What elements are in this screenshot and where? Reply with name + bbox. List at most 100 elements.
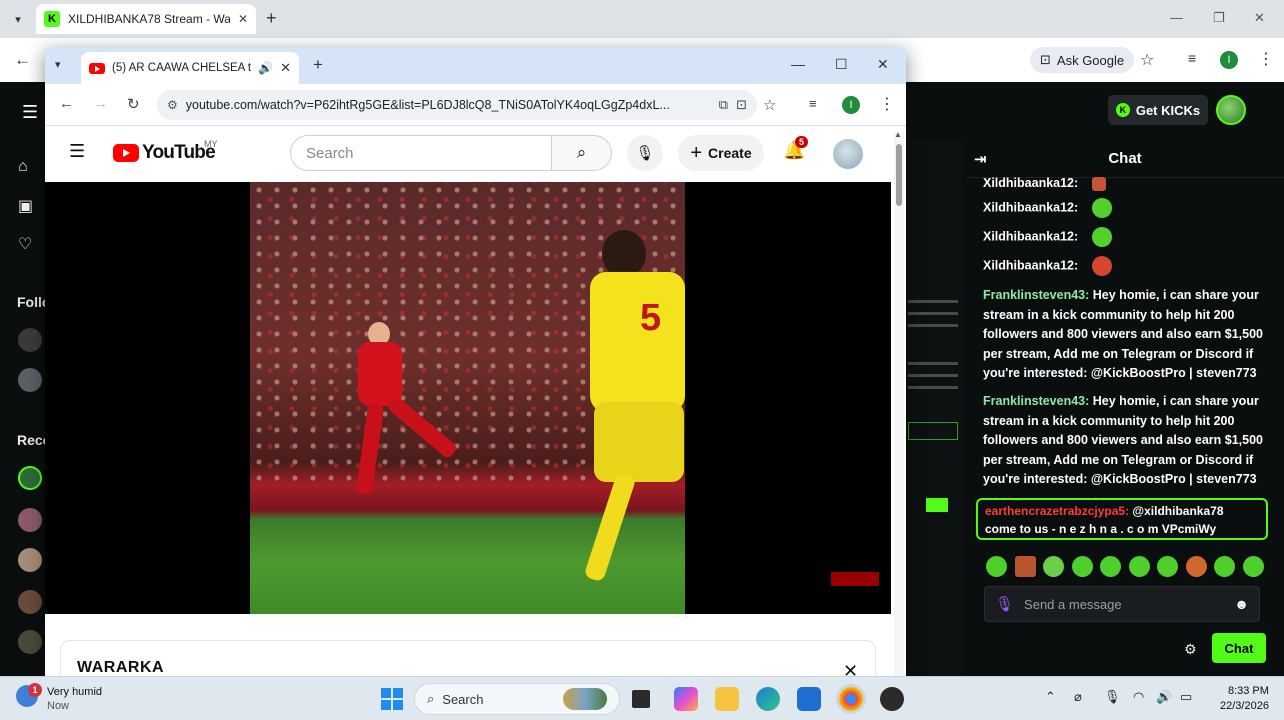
voice-search-button[interactable]: 🎙 xyxy=(627,135,663,171)
microphone-icon[interactable]: 🎙 xyxy=(995,595,1014,613)
channel-avatar[interactable] xyxy=(18,630,42,654)
emote-icon[interactable] xyxy=(1157,556,1178,577)
emote-icon[interactable] xyxy=(1100,556,1121,577)
profile-avatar[interactable]: I xyxy=(1220,51,1238,69)
more-menu-icon[interactable]: ⋮ xyxy=(879,94,895,114)
search-button[interactable]: ⌕ xyxy=(552,135,612,171)
channel-avatar[interactable] xyxy=(18,466,42,490)
media-control-icon[interactable]: ≡ xyxy=(809,96,817,111)
store-icon[interactable] xyxy=(797,687,821,711)
scroll-up-icon[interactable]: ▲ xyxy=(894,130,902,139)
chat-username[interactable]: Xildhibaanka12: xyxy=(983,229,1078,243)
start-button[interactable] xyxy=(381,688,403,710)
channel-avatar[interactable] xyxy=(18,548,42,572)
site-info-icon[interactable]: ⚙ xyxy=(167,98,178,112)
microphone-icon[interactable]: 🎙 xyxy=(1104,689,1121,705)
reload-icon[interactable]: ↻ xyxy=(127,95,140,113)
restore-icon[interactable]: ❐ xyxy=(1213,10,1225,26)
channel-watermark[interactable] xyxy=(831,572,879,586)
home-icon[interactable]: ⌂ xyxy=(18,158,28,176)
edge-icon[interactable] xyxy=(756,687,780,711)
channel-avatar[interactable] xyxy=(18,508,42,532)
url-text[interactable]: youtube.com/watch?v=P62ihtRg5GE&list=PL6… xyxy=(186,98,711,112)
outer-tab-kick[interactable]: K XILDHIBANKA78 Stream - Watch ✕ xyxy=(36,4,256,34)
close-icon[interactable]: ✕ xyxy=(280,60,291,76)
chrome-icon[interactable] xyxy=(839,687,863,711)
chat-username[interactable]: Xildhibaanka12: xyxy=(983,176,1078,190)
heart-icon[interactable]: ♡ xyxy=(18,234,32,254)
more-menu-icon[interactable]: ⋮ xyxy=(1258,49,1274,69)
close-window-icon[interactable]: ✕ xyxy=(877,56,889,73)
user-avatar[interactable] xyxy=(1216,95,1246,125)
chat-username[interactable]: Xildhibaanka12: xyxy=(983,200,1078,214)
chat-settings-gear-icon[interactable]: ⚙ xyxy=(1184,641,1197,658)
weather-widget[interactable]: Very humid Now xyxy=(47,685,102,713)
minimize-icon[interactable]: — xyxy=(1170,10,1183,25)
tab-search-icon[interactable]: ▾ xyxy=(8,9,28,29)
media-control-icon[interactable]: ≡ xyxy=(1188,50,1196,66)
emote-icon[interactable] xyxy=(1043,556,1064,577)
emote-icon[interactable] xyxy=(1014,556,1036,577)
taskbar-search[interactable]: ⌕ Search xyxy=(414,683,620,715)
youtube-logo[interactable]: YouTube xyxy=(113,142,216,164)
address-bar[interactable]: ⚙ youtube.com/watch?v=P62ihtRg5GE&list=P… xyxy=(157,90,757,120)
channel-avatar[interactable] xyxy=(18,328,42,352)
chat-username[interactable]: Xildhibaanka12: xyxy=(983,258,1078,272)
page-scrollbar[interactable] xyxy=(894,132,904,676)
get-kicks-button[interactable]: K Get KICKs xyxy=(1108,95,1208,125)
install-app-icon[interactable]: ⧉ xyxy=(719,97,728,113)
bookmark-star-icon[interactable]: ☆ xyxy=(763,96,776,114)
emote-icon[interactable] xyxy=(986,556,1007,577)
audio-playing-icon[interactable]: 🔊 xyxy=(258,61,273,75)
video-player[interactable]: 5 xyxy=(45,182,891,614)
guide-menu-icon[interactable]: ☰ xyxy=(69,141,85,162)
lens-icon[interactable]: ⊡ xyxy=(736,97,747,113)
volume-icon[interactable]: 🔊 xyxy=(1156,689,1172,705)
new-tab-icon[interactable]: + xyxy=(313,55,323,75)
show-hidden-icons-icon[interactable]: ⌃ xyxy=(1045,689,1056,705)
file-explorer-icon[interactable] xyxy=(715,687,739,711)
notification-count-badge: 5 xyxy=(795,136,809,148)
app-icon[interactable] xyxy=(880,687,904,711)
search-input[interactable]: Search xyxy=(290,135,552,171)
kick-menu-icon[interactable]: ☰ xyxy=(22,102,38,123)
create-button[interactable]: + Create xyxy=(678,135,764,171)
new-tab-icon[interactable]: + xyxy=(266,8,277,29)
browse-icon[interactable]: ▣ xyxy=(18,196,33,216)
chat-input-placeholder: Send a message xyxy=(1024,596,1122,612)
emote-icon[interactable] xyxy=(1242,556,1264,577)
emote-icon[interactable] xyxy=(1214,556,1235,577)
minimize-icon[interactable]: — xyxy=(791,56,805,72)
close-icon[interactable]: ✕ xyxy=(238,12,248,26)
system-clock[interactable]: 8:33 PM 22/3/2026 xyxy=(1220,684,1269,714)
chat-username[interactable]: Franklinsteven43: xyxy=(983,394,1089,408)
back-icon[interactable]: ← xyxy=(59,95,74,112)
yt-tab[interactable]: (5) AR CAAWA CHELSEA ti 🔊 ✕ xyxy=(81,52,299,84)
channel-avatar[interactable] xyxy=(18,590,42,614)
network-icon[interactable]: ⌀ xyxy=(1074,689,1082,705)
task-view-icon[interactable] xyxy=(632,690,650,708)
channel-avatar[interactable] xyxy=(18,368,42,392)
forward-icon[interactable]: → xyxy=(93,95,108,112)
emote-icon[interactable] xyxy=(1071,556,1093,577)
chat-send-button[interactable]: Chat xyxy=(1212,633,1266,663)
maximize-icon[interactable]: ☐ xyxy=(835,56,848,73)
chat-message-input[interactable]: 🎙 Send a message ☻ xyxy=(984,586,1260,622)
chat-username[interactable]: Franklinsteven43: xyxy=(983,288,1089,302)
bookmark-star-icon[interactable]: ☆ xyxy=(1140,50,1154,70)
copilot-icon[interactable] xyxy=(674,687,698,711)
collapse-chat-icon[interactable]: ⇥ xyxy=(974,150,987,168)
emote-icon[interactable] xyxy=(1185,556,1207,577)
profile-avatar[interactable]: I xyxy=(842,96,860,114)
back-icon[interactable]: ← xyxy=(14,50,31,70)
scrollbar-thumb[interactable] xyxy=(896,144,902,206)
emote-icon[interactable] xyxy=(1128,556,1150,577)
emoji-icon[interactable]: ☻ xyxy=(1234,596,1249,612)
wifi-icon[interactable]: ◠ xyxy=(1133,689,1144,705)
account-avatar[interactable] xyxy=(833,139,863,169)
ask-google-button[interactable]: ⊡ Ask Google xyxy=(1030,47,1135,73)
battery-icon[interactable]: ▭ xyxy=(1180,689,1192,705)
chat-username[interactable]: earthencrazetrabzcjypa5: xyxy=(985,504,1129,518)
close-window-icon[interactable]: ✕ xyxy=(1254,10,1265,26)
tab-search-icon[interactable]: ▾ xyxy=(55,58,61,71)
